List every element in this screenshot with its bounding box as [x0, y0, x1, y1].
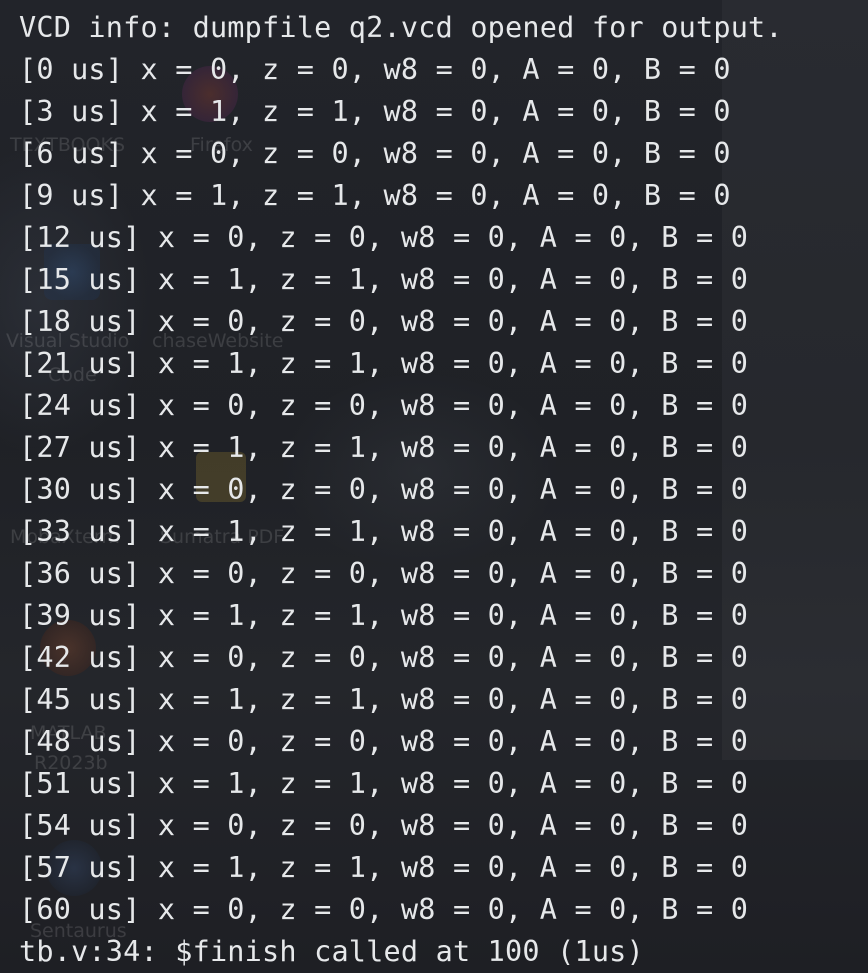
terminal-line: [39 us] x = 1, z = 1, w8 = 0, A = 0, B =…: [19, 599, 749, 632]
terminal-line: [0 us] x = 0, z = 0, w8 = 0, A = 0, B = …: [19, 53, 731, 86]
terminal-line: VCD info: dumpfile q2.vcd opened for out…: [19, 11, 783, 44]
terminal-line: [27 us] x = 1, z = 1, w8 = 0, A = 0, B =…: [19, 431, 749, 464]
terminal-line: [57 us] x = 1, z = 1, w8 = 0, A = 0, B =…: [19, 851, 749, 884]
terminal-line: [42 us] x = 0, z = 0, w8 = 0, A = 0, B =…: [19, 641, 749, 674]
terminal-line: [12 us] x = 0, z = 0, w8 = 0, A = 0, B =…: [19, 221, 749, 254]
terminal-line: [36 us] x = 0, z = 0, w8 = 0, A = 0, B =…: [19, 557, 749, 590]
terminal-line: [21 us] x = 1, z = 1, w8 = 0, A = 0, B =…: [19, 347, 749, 380]
terminal-line: [9 us] x = 1, z = 1, w8 = 0, A = 0, B = …: [19, 179, 731, 212]
terminal-line: [6 us] x = 0, z = 0, w8 = 0, A = 0, B = …: [19, 137, 731, 170]
terminal-line: [51 us] x = 1, z = 1, w8 = 0, A = 0, B =…: [19, 767, 749, 800]
terminal-line: tb.v:34: $finish called at 100 (1us): [19, 935, 644, 968]
terminal-line: [15 us] x = 1, z = 1, w8 = 0, A = 0, B =…: [19, 263, 749, 296]
terminal-line: [54 us] x = 0, z = 0, w8 = 0, A = 0, B =…: [19, 809, 749, 842]
terminal-line: [60 us] x = 0, z = 0, w8 = 0, A = 0, B =…: [19, 893, 749, 926]
terminal-line: [24 us] x = 0, z = 0, w8 = 0, A = 0, B =…: [19, 389, 749, 422]
terminal-output[interactable]: VCD info: dumpfile q2.vcd opened for out…: [0, 0, 868, 972]
terminal-line: [45 us] x = 1, z = 1, w8 = 0, A = 0, B =…: [19, 683, 749, 716]
terminal-line: [33 us] x = 1, z = 1, w8 = 0, A = 0, B =…: [19, 515, 749, 548]
terminal-line: [18 us] x = 0, z = 0, w8 = 0, A = 0, B =…: [19, 305, 749, 338]
terminal-line: [3 us] x = 1, z = 1, w8 = 0, A = 0, B = …: [19, 95, 731, 128]
terminal-line: [48 us] x = 0, z = 0, w8 = 0, A = 0, B =…: [19, 725, 749, 758]
terminal-line: [30 us] x = 0, z = 0, w8 = 0, A = 0, B =…: [19, 473, 749, 506]
